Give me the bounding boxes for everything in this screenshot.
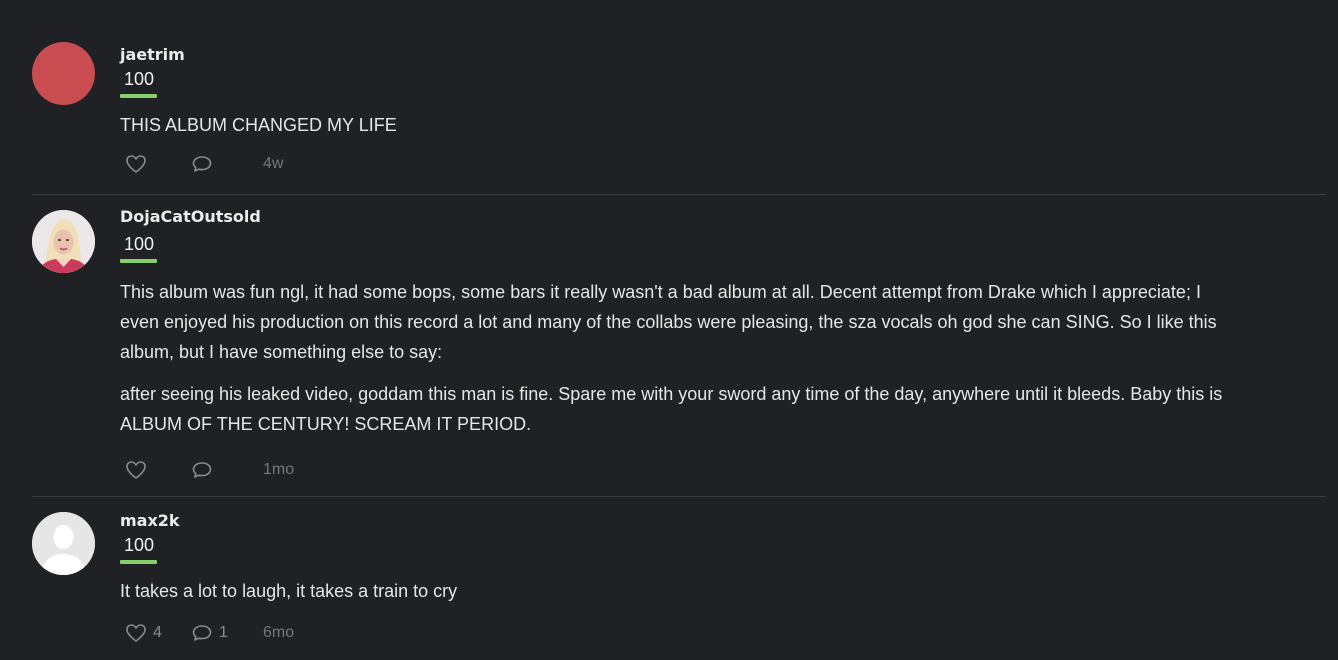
- heart-icon: [126, 461, 146, 479]
- default-user-icon: [32, 512, 95, 575]
- score-value: 100: [124, 69, 155, 89]
- comment-button[interactable]: 1: [191, 623, 263, 643]
- score-bar: [120, 560, 157, 564]
- avatar[interactable]: [32, 42, 95, 105]
- score-bar: [120, 94, 157, 98]
- heart-icon: [126, 624, 146, 642]
- comment-count: 1: [219, 624, 228, 641]
- review-text: THIS ALBUM CHANGED MY LIFE: [120, 110, 1326, 140]
- avatar[interactable]: [32, 512, 95, 575]
- timestamp: 4w: [263, 155, 284, 172]
- review-actions: 4w: [120, 152, 1326, 176]
- speech-bubble-icon: [192, 625, 212, 641]
- like-button[interactable]: [125, 460, 191, 480]
- username[interactable]: jaetrim: [120, 45, 1326, 65]
- score-badge: 100: [120, 234, 157, 263]
- avatar[interactable]: [32, 210, 95, 273]
- speech-bubble-icon: [192, 156, 212, 172]
- score-value: 100: [124, 234, 155, 254]
- timestamp: 1mo: [263, 461, 295, 478]
- review-item: DojaCatOutsold 100 This album was fun ng…: [32, 195, 1326, 497]
- speech-bubble-icon: [192, 462, 212, 478]
- like-button[interactable]: [125, 154, 191, 174]
- review-text: It takes a lot to laugh, it takes a trai…: [120, 576, 1326, 606]
- review-text: This album was fun ngl, it had some bops…: [120, 277, 1326, 439]
- username[interactable]: DojaCatOutsold: [120, 207, 1326, 227]
- timestamp: 6mo: [263, 624, 295, 641]
- review-feed: jaetrim 100 THIS ALBUM CHANGED MY LIFE 4…: [0, 0, 1338, 660]
- like-button[interactable]: 4: [125, 623, 191, 643]
- like-count: 4: [153, 624, 162, 641]
- review-paragraph: THIS ALBUM CHANGED MY LIFE: [120, 115, 397, 135]
- review-paragraph: It takes a lot to laugh, it takes a trai…: [120, 581, 458, 601]
- score-badge: 100: [120, 69, 157, 98]
- comment-button[interactable]: [191, 460, 263, 480]
- review-paragraph: after seeing his leaked video, goddam th…: [120, 384, 1223, 434]
- score-badge: 100: [120, 535, 157, 564]
- score-bar: [120, 259, 157, 263]
- review-actions: 1mo: [120, 458, 1326, 482]
- heart-icon: [126, 155, 146, 173]
- review-item: max2k 100 It takes a lot to laugh, it ta…: [32, 497, 1326, 660]
- review-item: jaetrim 100 THIS ALBUM CHANGED MY LIFE 4…: [32, 0, 1326, 195]
- comment-button[interactable]: [191, 154, 263, 174]
- review-actions: 4 1 6mo: [120, 621, 1326, 645]
- user-photo-icon: [32, 210, 95, 273]
- review-paragraph: This album was fun ngl, it had some bops…: [120, 282, 1217, 362]
- username[interactable]: max2k: [120, 511, 1326, 531]
- score-value: 100: [124, 535, 155, 555]
